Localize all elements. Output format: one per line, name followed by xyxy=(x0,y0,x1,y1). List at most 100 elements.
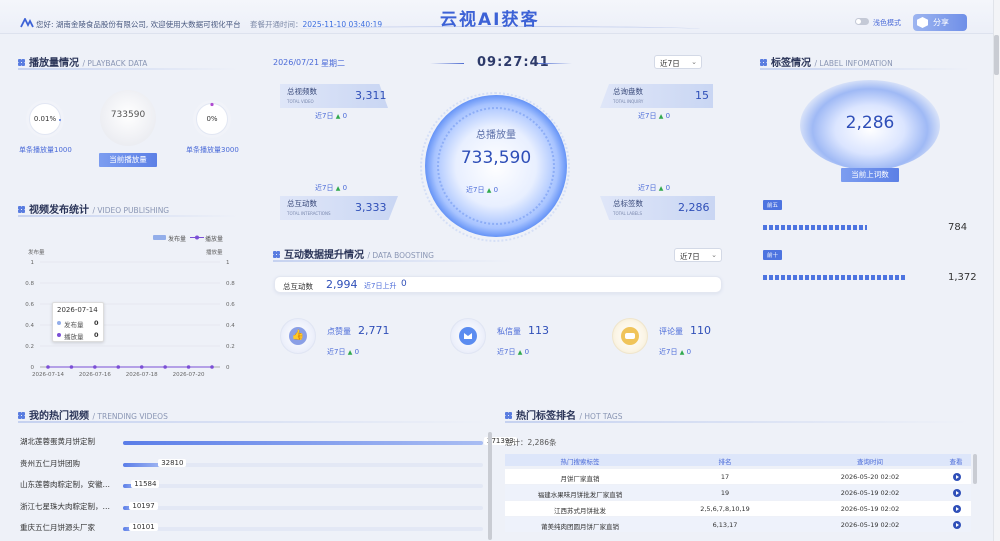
play-series-point[interactable] xyxy=(163,365,167,369)
table-row: 月饼厂家直销 17 2026-05-20 02:02 xyxy=(505,469,971,484)
page-scrollbar-thumb[interactable] xyxy=(994,35,999,75)
trending-video-bar-track xyxy=(123,484,483,488)
trending-video-bar xyxy=(123,441,483,445)
trending-video-name[interactable]: 湖北莲蓉蛋黄月饼定制 xyxy=(20,436,120,447)
tag-rank-cell: 17 xyxy=(720,473,730,481)
up-arrow-icon: ▲ xyxy=(335,113,341,120)
trending-video-name[interactable]: 贵州五仁月饼团购 xyxy=(20,458,120,469)
up-arrow-icon: ▲ xyxy=(658,185,664,192)
page-scrollbar[interactable] xyxy=(993,0,1000,541)
playback-center-circle: 733590 xyxy=(100,90,156,146)
theme-toggle-label: 浅色模式 xyxy=(873,19,901,27)
y-tick-right: 0 xyxy=(226,365,230,371)
y-tick-left: 0.8 xyxy=(25,281,34,287)
trending-video-name[interactable]: 重庆五仁月饼源头厂家 xyxy=(20,522,120,533)
table-row: 江西苏式月饼批发 2,5,6,7,8,10,19 2026-05-19 02:02 xyxy=(505,501,971,516)
view-play-icon[interactable] xyxy=(953,473,961,481)
message-value: 113 xyxy=(528,324,549,337)
top5-value: 784 xyxy=(948,222,968,233)
section-divider xyxy=(273,260,513,262)
logo-icon xyxy=(20,18,34,28)
hottags-total: 总计：2,286条 xyxy=(505,438,557,447)
like-trend: 近7日 ▲ 0 xyxy=(327,348,360,356)
section-dots-icon xyxy=(273,251,280,258)
playback-left-label: 单条播放量1000 xyxy=(19,146,72,154)
trending-video-name[interactable]: 山东莲蓉肉粽定制，安徽… xyxy=(20,479,120,490)
top10-progress xyxy=(763,275,907,280)
playback-right-ring-value: 0% xyxy=(206,115,218,123)
card-total-interactions-value: 3,333 xyxy=(355,201,387,214)
trending-video-value: 10101 xyxy=(129,523,158,531)
up-arrow-icon: ▲ xyxy=(347,349,353,356)
tooltip-date: 2026-07-14 xyxy=(57,306,98,314)
trending-scrollbar[interactable] xyxy=(488,432,492,540)
view-play-icon[interactable] xyxy=(953,505,961,513)
trending-video-name[interactable]: 浙江七星珠大肉粽定制，… xyxy=(20,501,120,512)
y-tick-right: 0.4 xyxy=(226,323,235,329)
play-series-point[interactable] xyxy=(186,365,191,369)
message-trend: 近7日 ▲ 0 xyxy=(497,348,530,356)
current-words-button[interactable]: 当前上词数 xyxy=(841,168,899,182)
x-tick-label: 2026-07-18 xyxy=(126,372,158,378)
playback-left-ring: 0.01% xyxy=(29,103,61,135)
trending-video-value: 32810 xyxy=(158,458,187,467)
share-button[interactable]: 分享 xyxy=(913,14,967,31)
current-playback-button[interactable]: 当前播放量 xyxy=(99,153,157,167)
card-total-interactions-name: 总互动数 xyxy=(287,199,317,208)
total-interaction-change-label: 近7日上升 xyxy=(364,282,397,290)
comment-name: 评论量 xyxy=(659,327,683,336)
y-tick-left: 0.6 xyxy=(25,302,34,308)
message-name: 私信量 xyxy=(497,327,521,336)
legend-publish-label[interactable]: 发布量 xyxy=(168,234,186,243)
play-series-point[interactable] xyxy=(69,365,74,369)
thumbs-up-icon: 👍 xyxy=(289,327,307,345)
play-series-point[interactable] xyxy=(116,365,121,369)
orb-value: 733,590 xyxy=(460,148,532,168)
play-series-point[interactable] xyxy=(210,365,214,369)
boosting-section-title: 互动数据提升情况 / DATA BOOSTING xyxy=(273,246,434,261)
tag-name-cell: 月饼厂家直销 xyxy=(560,475,600,483)
chevron-down-icon: ⌄ xyxy=(691,58,697,66)
tooltip-label-play: 播放量 xyxy=(64,333,84,341)
section-dots-icon xyxy=(760,59,767,66)
tooltip-dot-publish xyxy=(57,321,61,325)
top10-value: 1,372 xyxy=(948,272,977,283)
theme-toggle[interactable] xyxy=(855,18,869,25)
play-series-point[interactable] xyxy=(139,365,144,369)
y-tick-left: 1 xyxy=(31,260,35,266)
y-tick-right: 0.2 xyxy=(226,344,235,350)
card-total-interactions-en: TOTAL INTERACTIONS xyxy=(287,211,331,216)
section-divider xyxy=(760,68,970,70)
view-play-icon[interactable] xyxy=(953,521,961,529)
x-tick-label: 2026-07-20 xyxy=(173,372,205,378)
card-total-inquiry-en: TOTAL INQUIRY xyxy=(613,99,644,104)
legend-swatch-play xyxy=(190,235,204,240)
legend-play-label[interactable]: 播放量 xyxy=(205,234,223,243)
play-series-point[interactable] xyxy=(46,365,50,369)
card-total-inquiry-trend: 近7日 ▲ 0 xyxy=(638,112,671,120)
comment-trend: 近7日 ▲ 0 xyxy=(659,348,692,356)
tag-time-cell: 2026-05-19 02:02 xyxy=(840,489,900,497)
comment-icon xyxy=(621,327,639,345)
boosting-range-select[interactable]: 近7日 ⌄ xyxy=(674,248,722,262)
section-dots-icon xyxy=(505,412,512,419)
center-range-select[interactable]: 近7日 ⌄ xyxy=(654,55,702,69)
tooltip-value-publish: 0 xyxy=(94,319,99,327)
message-icon xyxy=(459,327,477,345)
playback-center-value: 733590 xyxy=(110,110,146,120)
up-arrow-icon: ▲ xyxy=(679,349,685,356)
hottags-scrollbar[interactable] xyxy=(973,454,977,484)
section-divider xyxy=(505,421,970,423)
labels-section-title: 标签情况 / LABEL INFOMATION xyxy=(760,54,893,69)
card-total-interactions-trend: 近7日 ▲ 0 xyxy=(315,184,348,192)
view-play-icon[interactable] xyxy=(953,489,961,497)
card-total-labels-name: 总标签数 xyxy=(613,199,643,208)
share-label: 分享 xyxy=(933,18,949,27)
play-series-point[interactable] xyxy=(93,365,97,369)
card-total-inquiry-value: 15 xyxy=(695,89,709,102)
current-weekday: 星期二 xyxy=(321,59,345,68)
trending-video-bar-track xyxy=(123,505,483,510)
brand-title: 云视AI获客 xyxy=(440,10,540,30)
orb-label: 总播放量 xyxy=(476,130,516,141)
comment-value: 110 xyxy=(690,324,711,337)
